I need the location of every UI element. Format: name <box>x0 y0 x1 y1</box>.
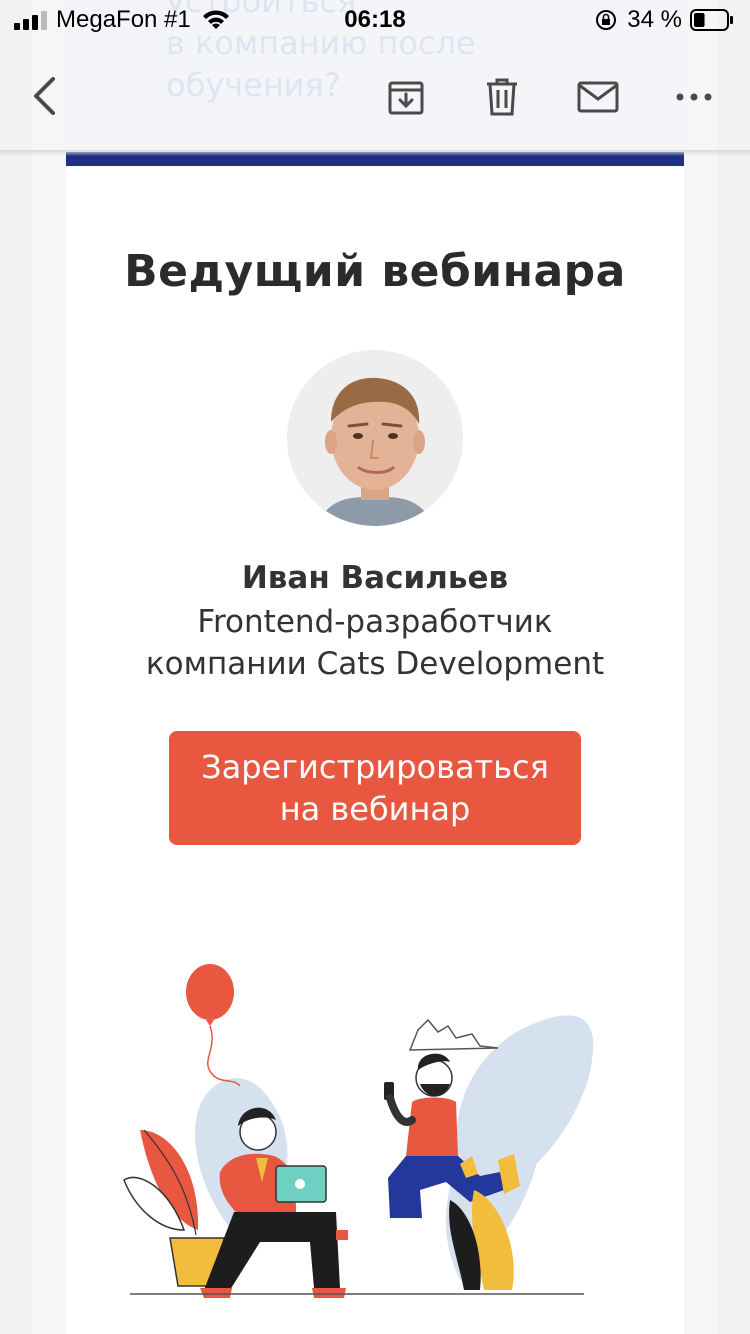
mail-toolbar <box>0 52 750 152</box>
battery-icon <box>690 9 733 31</box>
status-right: 34 % <box>595 6 734 34</box>
cloud <box>408 1018 499 1051</box>
battery-percent: 34 % <box>627 6 682 33</box>
trash-button[interactable] <box>480 74 524 120</box>
speaker-portrait <box>287 350 463 526</box>
back-button[interactable] <box>22 72 66 120</box>
section-heading: Ведущий вебинара <box>124 246 626 297</box>
register-button-label-1: Зарегистрироваться <box>201 748 549 786</box>
speaker-role-line-1: Frontend-разработчик <box>197 604 553 640</box>
balloon <box>186 964 234 1020</box>
speaker-avatar <box>287 350 463 526</box>
rotation-lock-icon <box>596 10 617 30</box>
left-margin-strip <box>32 0 66 1334</box>
archive-button[interactable] <box>384 76 428 120</box>
more-dots-icon <box>676 93 712 101</box>
person-left-legs <box>204 1212 340 1290</box>
trash-icon <box>487 78 517 116</box>
toolbar-shadow <box>0 150 750 156</box>
more-button[interactable] <box>672 82 716 112</box>
speaker-role-line-2: компании Cats Development <box>145 646 605 682</box>
register-webinar-button[interactable]: Зарегистрироваться на вебинар <box>169 731 581 845</box>
archive-icon <box>388 81 424 115</box>
webinar-illustration <box>123 964 594 1298</box>
register-button-label-2: на вебинар <box>279 790 471 828</box>
person-right-shirt <box>406 1097 458 1156</box>
right-margin-strip <box>684 0 718 1334</box>
speaker-name: Иван Васильев <box>241 560 509 596</box>
status-bar: MegaFon #1 06:18 34 % <box>0 0 750 44</box>
chevron-left-icon <box>34 77 55 115</box>
compose-reply-button[interactable] <box>574 76 622 118</box>
envelope-icon <box>577 81 619 113</box>
